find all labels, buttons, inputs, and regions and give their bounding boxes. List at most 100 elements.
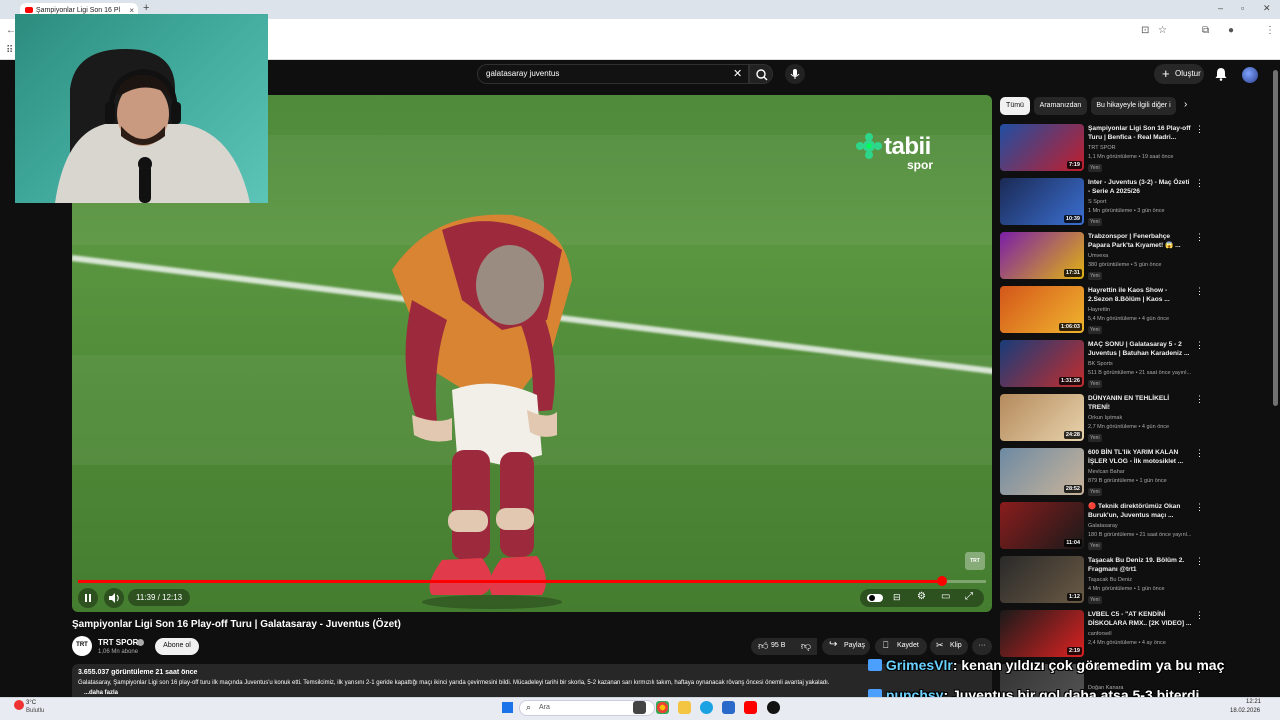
settings-gear-icon[interactable]: ⚙: [917, 591, 926, 602]
extensions-icon[interactable]: ⧉: [1202, 25, 1209, 36]
maximize-icon[interactable]: ▫: [1241, 3, 1244, 13]
create-button[interactable]: + Oluştur: [1154, 64, 1204, 84]
channel-avatar[interactable]: TRT: [72, 636, 92, 656]
new-tab-button[interactable]: +: [143, 2, 149, 14]
search-button[interactable]: [749, 64, 773, 84]
recommended-title[interactable]: 🔴 Teknik direktörümüz Okan Buruk'un, Juv…: [1088, 502, 1192, 520]
recommended-title[interactable]: DÜNYANIN EN TEHLİKELİ TRENİ!: [1088, 394, 1192, 412]
recommended-channel[interactable]: BK Sports: [1088, 361, 1113, 367]
more-options-icon[interactable]: ⋮: [1195, 178, 1204, 189]
store-icon[interactable]: [722, 701, 735, 714]
recommended-video[interactable]: 24:28 DÜNYANIN EN TEHLİKELİ TRENİ! Orkun I…: [1000, 394, 1210, 444]
recommended-video[interactable]: 1:31:26 MAÇ SONU | Galatasaray 5 - 2 Juve…: [1000, 340, 1210, 390]
recommended-video[interactable]: 1:06:03 Hayrettin ile Kaos Show - 2.Sezon…: [1000, 286, 1210, 336]
save-button[interactable]: ⎕ Kaydet: [875, 638, 927, 655]
theater-mode-icon[interactable]: ▭: [941, 591, 950, 602]
more-options-icon[interactable]: ⋮: [1195, 340, 1204, 351]
bookmark-icon: ⎕: [883, 640, 889, 650]
recommended-channel[interactable]: Orkun Işıtmak: [1088, 415, 1122, 421]
pause-icon[interactable]: [78, 588, 98, 608]
volume-icon[interactable]: [104, 588, 124, 608]
start-windows-icon[interactable]: [502, 702, 513, 713]
more-options-icon[interactable]: ⋮: [1195, 394, 1204, 405]
chrome-icon[interactable]: [656, 701, 669, 714]
recommended-title[interactable]: MAÇ SONU | Galatasaray 5 - 2 Juventus | …: [1088, 340, 1192, 358]
scrollbar[interactable]: [1273, 70, 1278, 406]
browser-menu-icon[interactable]: ⋮: [1265, 25, 1275, 36]
channel-name[interactable]: TRT SPOR: [98, 638, 138, 647]
recommended-video[interactable]: 11:04 🔴 Teknik direktörümüz Okan Buruk'un…: [1000, 502, 1210, 552]
clip-button[interactable]: ✂ Klip: [930, 638, 968, 655]
watermark-sub: spor: [907, 158, 934, 172]
chip-all[interactable]: Tümü: [1000, 97, 1030, 115]
minimize-icon[interactable]: –: [1218, 3, 1223, 13]
video-thumbnail[interactable]: 24:28: [1000, 394, 1084, 441]
weather-icon[interactable]: [14, 700, 24, 710]
install-icon[interactable]: ⊡: [1141, 25, 1149, 36]
subtitles-icon[interactable]: ⊟: [893, 592, 901, 603]
recommended-channel[interactable]: Hayrettin: [1088, 307, 1110, 313]
chip-from-search[interactable]: Aramanızdan: [1034, 97, 1087, 115]
recommended-title[interactable]: Inter - Juventus (3-2) - Maç Özeti - Ser…: [1088, 178, 1192, 196]
recommended-title[interactable]: 600 BİN TL'lik YARIM KALAN İŞLER VLOG - …: [1088, 448, 1192, 466]
more-options-icon[interactable]: ⋮: [1195, 556, 1204, 567]
app-icon[interactable]: [767, 701, 780, 714]
video-thumbnail[interactable]: 17:31: [1000, 232, 1084, 279]
more-options-icon[interactable]: ⋮: [1195, 232, 1204, 243]
task-view-icon[interactable]: [633, 701, 646, 714]
profile-icon[interactable]: ●: [1228, 25, 1234, 36]
recommended-title[interactable]: Şampiyonlar Ligi Son 16 Play-off Turu | …: [1088, 124, 1192, 142]
more-options-icon[interactable]: ⋮: [1195, 286, 1204, 297]
youtube-app-icon[interactable]: [744, 701, 757, 714]
fullscreen-icon[interactable]: ⤢: [965, 591, 973, 602]
more-options-icon[interactable]: ⋮: [1195, 610, 1204, 621]
video-thumbnail[interactable]: 1:06:03: [1000, 286, 1084, 333]
recommended-channel[interactable]: canforsell: [1088, 631, 1112, 637]
video-thumbnail[interactable]: 1:31:26: [1000, 340, 1084, 387]
video-thumbnail[interactable]: 7:19: [1000, 124, 1084, 171]
dislike-button[interactable]: 👎︎: [795, 638, 817, 655]
more-actions-button[interactable]: ···: [972, 638, 992, 655]
account-avatar[interactable]: [1242, 67, 1258, 83]
chip-related-story[interactable]: Bu hikayeyle ilgili diğer i: [1091, 97, 1176, 115]
more-options-icon[interactable]: ⋮: [1195, 502, 1204, 513]
more-options-icon[interactable]: ⋮: [1195, 448, 1204, 459]
autoplay-toggle-icon[interactable]: [867, 593, 883, 603]
video-thumbnail[interactable]: 28:52: [1000, 448, 1084, 495]
voice-search-button[interactable]: [785, 64, 805, 84]
show-more-link[interactable]: ...daha fazla: [84, 690, 118, 696]
recommended-video[interactable]: 17:31 Trabzonspor | Fenerbahçe Papara Par…: [1000, 232, 1210, 282]
file-explorer-icon[interactable]: [678, 701, 691, 714]
share-button[interactable]: ↪ Paylaş: [822, 638, 870, 655]
recommended-title[interactable]: LVBEL C5 - "AT KENDİNİ DİSKOLARA RMX.. […: [1088, 610, 1192, 628]
recommended-channel[interactable]: Galatasaray: [1088, 523, 1118, 529]
bookmark-star-icon[interactable]: ☆: [1158, 25, 1167, 36]
notifications-bell-icon[interactable]: [1214, 66, 1228, 82]
window-close-icon[interactable]: ✕: [1263, 3, 1271, 14]
recommended-channel[interactable]: Taşacak Bu Deniz: [1088, 577, 1132, 583]
recommended-channel[interactable]: S Sport: [1088, 199, 1106, 205]
video-thumbnail[interactable]: 10:39: [1000, 178, 1084, 225]
recommended-channel[interactable]: Umvexa: [1088, 253, 1108, 259]
edge-icon[interactable]: [700, 701, 713, 714]
recommended-title[interactable]: Hayrettin ile Kaos Show - 2.Sezon 8.Bölü…: [1088, 286, 1192, 304]
recommended-video[interactable]: 7:19 Şampiyonlar Ligi Son 16 Play-off Tur…: [1000, 124, 1210, 174]
video-thumbnail[interactable]: 11:04: [1000, 502, 1084, 549]
new-badge: Yeni: [1088, 164, 1102, 172]
recommended-channel[interactable]: Mevlcan Bahar: [1088, 469, 1125, 475]
more-options-icon[interactable]: ⋮: [1195, 124, 1204, 135]
recommended-video[interactable]: 10:39 Inter - Juventus (3-2) - Maç Özeti …: [1000, 178, 1210, 228]
video-thumbnail[interactable]: 1:12: [1000, 556, 1084, 603]
recommended-title[interactable]: Trabzonspor | Fenerbahçe Papara Park'ta …: [1088, 232, 1192, 250]
recommended-video[interactable]: 1:12 Taşacak Bu Deniz 19. Bölüm 2. Fragma…: [1000, 556, 1210, 606]
video-thumbnail[interactable]: 2:19: [1000, 610, 1084, 657]
recommended-video[interactable]: 2:19 LVBEL C5 - "AT KENDİNİ DİSKOLARA RMX…: [1000, 610, 1210, 660]
chevron-right-icon[interactable]: ›: [1184, 99, 1187, 110]
recommended-title[interactable]: Taşacak Bu Deniz 19. Bölüm 2. Fragmanı @…: [1088, 556, 1192, 574]
apps-grid-icon[interactable]: ⠿: [6, 45, 13, 56]
youtube-favicon-icon: [25, 7, 33, 13]
recommended-video[interactable]: 28:52 600 BİN TL'lik YARIM KALAN İŞLER VL…: [1000, 448, 1210, 498]
subscribe-button[interactable]: Abone ol: [155, 638, 199, 655]
recommended-channel[interactable]: TRT SPOR: [1088, 145, 1116, 151]
search-clear-icon[interactable]: ✕: [733, 67, 742, 80]
